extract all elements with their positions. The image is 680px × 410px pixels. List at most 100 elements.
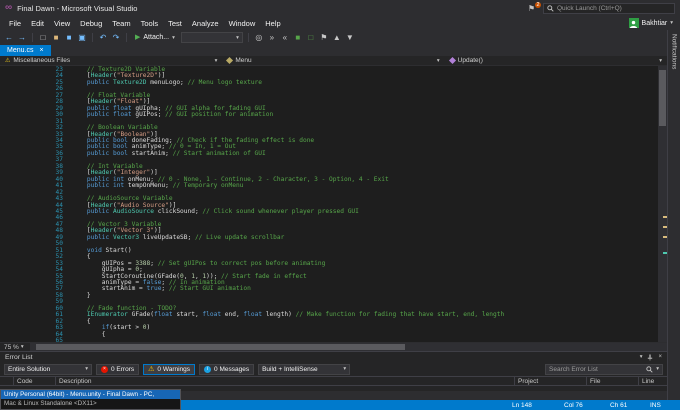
- vertical-scrollbar[interactable]: [658, 66, 667, 342]
- errors-toggle-button[interactable]: × 0 Errors: [96, 363, 140, 375]
- scope-filter-combo[interactable]: Entire Solution ▾: [4, 363, 92, 375]
- close-icon[interactable]: ×: [39, 47, 43, 54]
- indent-icon[interactable]: »: [267, 32, 277, 43]
- find-icon[interactable]: ◎: [254, 32, 264, 43]
- code-editor[interactable]: 23 // Texture2D Variable 24 [Header("Text…: [0, 66, 667, 342]
- zoom-control[interactable]: 75 % ▾: [0, 344, 28, 351]
- horizontal-scrollbar[interactable]: [29, 343, 667, 351]
- menu-item-tools[interactable]: Tools: [136, 17, 164, 30]
- search-icon: [646, 365, 653, 373]
- class-icon: [226, 56, 234, 65]
- column-header-line[interactable]: Line: [639, 377, 667, 385]
- toolbar-file-group: □ ■ ■ ▣: [38, 32, 87, 43]
- error-list-header: Error List ▾ ×: [0, 352, 667, 362]
- save-all-icon[interactable]: ▣: [77, 32, 87, 43]
- warnings-toggle-button[interactable]: ⚠ 0 Warnings: [143, 363, 196, 375]
- pin-icon[interactable]: [647, 354, 653, 361]
- next-bookmark-icon[interactable]: ▼: [345, 32, 355, 43]
- window-menu-icon[interactable]: ▾: [640, 354, 643, 360]
- tab-menu-cs[interactable]: Menu.cs ×: [0, 45, 51, 56]
- menu-item-test[interactable]: Test: [163, 17, 187, 30]
- user-name: Bakhtiar: [641, 19, 668, 27]
- notifications-tab[interactable]: Notifications: [671, 34, 678, 69]
- user-avatar: [628, 18, 639, 28]
- bookmark-icon[interactable]: ⚑: [319, 32, 329, 43]
- search-icon: [547, 4, 554, 12]
- class-scope-label: Menu: [235, 57, 252, 64]
- scrollbar-marker: [663, 216, 667, 218]
- build-filter-label: Build + IntelliSense: [262, 365, 318, 373]
- scrollbar-marker: [663, 236, 667, 238]
- error-list-window-controls: ▾ ×: [640, 354, 662, 361]
- column-header-code[interactable]: Code: [14, 377, 56, 385]
- messages-toggle-button[interactable]: i 0 Messages: [199, 363, 255, 375]
- document-tab-bar: Menu.cs ×: [0, 45, 667, 56]
- toolbar-nav-group: ← →: [4, 32, 27, 43]
- toolbar-edit-group: ↶ ↷: [98, 32, 121, 43]
- menu-bar: File Edit View Debug Team Tools Test Analyze Win…: [0, 16, 680, 30]
- error-list-search-box[interactable]: ▾: [545, 363, 663, 375]
- code-lines[interactable]: 23 // Texture2D Variable 24 [Header("Text…: [0, 66, 658, 342]
- chevron-down-icon: ▾: [436, 57, 440, 64]
- chevron-down-icon: ▾: [343, 366, 347, 372]
- member-scope-label: Update(): [457, 57, 483, 64]
- outdent-icon[interactable]: «: [280, 32, 290, 43]
- chevron-down-icon: ▾: [670, 20, 673, 26]
- menu-item-edit[interactable]: Edit: [26, 17, 49, 30]
- chevron-down-icon: ▾: [214, 57, 218, 64]
- zoom-level: 75 %: [4, 343, 19, 351]
- menu-item-view[interactable]: View: [49, 17, 75, 30]
- column-header-description[interactable]: Description: [56, 377, 515, 385]
- tooltip-line-2: Mac & Linux Standalone <DX11>: [4, 400, 97, 407]
- redo-icon[interactable]: ↷: [111, 32, 121, 43]
- column-header-icon[interactable]: [0, 377, 14, 385]
- scrollbar-marker: [663, 226, 667, 228]
- toolbar: ← → □ ■ ■ ▣ ↶ ↷ ▶ Attach... ▾ ▾ ◎» «■ □ ⚑ ▲ ▼: [0, 30, 667, 45]
- attach-button[interactable]: ▶ Attach... ▾: [132, 33, 178, 42]
- window-title: Final Dawn - Microsoft Visual Studio: [17, 3, 138, 13]
- notifications-flag-icon[interactable]: ⚑ 2: [528, 1, 541, 13]
- menu-item-window[interactable]: Window: [224, 17, 261, 30]
- open-file-icon[interactable]: ■: [51, 32, 61, 43]
- chevron-down-icon: ▾: [236, 34, 239, 41]
- menu-item-analyze[interactable]: Analyze: [187, 17, 224, 30]
- quick-launch-input[interactable]: [557, 4, 671, 12]
- status-character: Ch 61: [610, 401, 628, 409]
- menu-item-debug[interactable]: Debug: [75, 17, 107, 30]
- status-column: Col 76: [564, 401, 583, 409]
- title-bar-right: ⚑ 2: [528, 1, 675, 14]
- previous-bookmark-icon[interactable]: ▲: [332, 32, 342, 43]
- close-icon[interactable]: ×: [658, 354, 662, 360]
- navigate-forward-icon[interactable]: →: [17, 32, 27, 43]
- menu-item-file[interactable]: File: [4, 17, 26, 30]
- menu-item-team[interactable]: Team: [107, 17, 135, 30]
- auto-hide-strip: Notifications: [667, 30, 680, 400]
- tooltip-line-1: Unity Personal (64bit) - Menu.unity - Fi…: [1, 390, 180, 399]
- warning-icon: ⚠: [148, 365, 155, 373]
- save-icon[interactable]: ■: [64, 32, 74, 43]
- member-dropdown[interactable]: Update() ▾: [445, 56, 667, 65]
- class-dropdown[interactable]: Menu ▾: [222, 56, 444, 65]
- column-header-file[interactable]: File: [587, 377, 639, 385]
- comment-icon[interactable]: ■: [293, 32, 303, 43]
- chevron-down-icon: ▾: [656, 366, 659, 372]
- build-intellisense-combo[interactable]: Build + IntelliSense ▾: [258, 363, 351, 375]
- column-header-project[interactable]: Project: [515, 377, 587, 385]
- toolbar-editor-group: ◎» «■ □ ⚑ ▲ ▼: [254, 32, 355, 43]
- attach-label: Attach...: [143, 34, 170, 41]
- debug-target-combo[interactable]: ▾: [180, 32, 243, 43]
- menu-item-help[interactable]: Help: [260, 17, 285, 30]
- navigate-back-icon[interactable]: ←: [4, 32, 14, 43]
- user-account[interactable]: Bakhtiar ▾: [628, 18, 676, 28]
- project-dropdown[interactable]: ⚠ Miscellaneous Files ▾: [0, 56, 222, 65]
- uncomment-icon[interactable]: □: [306, 32, 316, 43]
- new-file-icon[interactable]: □: [38, 32, 48, 43]
- scope-filter-label: Entire Solution: [8, 365, 51, 373]
- quick-launch-box[interactable]: [543, 2, 675, 14]
- scrollbar-thumb[interactable]: [659, 70, 666, 126]
- error-list-search-input[interactable]: [549, 365, 644, 373]
- notification-count-badge: 2: [535, 1, 541, 8]
- taskbar-tooltip: Unity Personal (64bit) - Menu.unity - Fi…: [0, 389, 181, 410]
- scrollbar-thumb[interactable]: [35, 344, 406, 350]
- undo-icon[interactable]: ↶: [98, 32, 108, 43]
